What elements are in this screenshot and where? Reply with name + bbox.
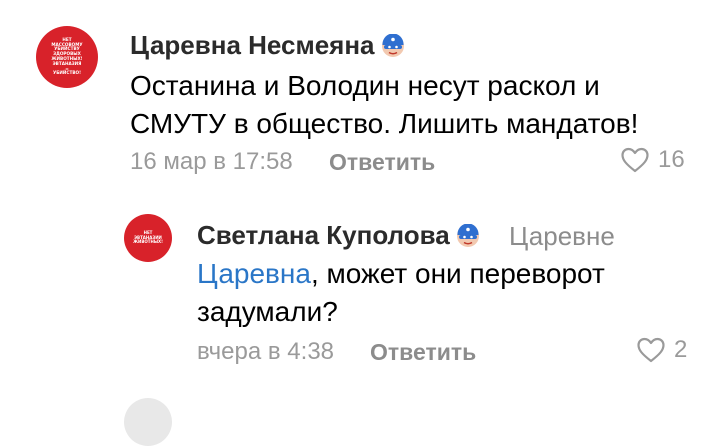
- comment-text-line: Царевна, может они переворот: [197, 254, 605, 294]
- reply-button[interactable]: Ответить: [370, 339, 476, 366]
- like-count: 2: [674, 336, 688, 363]
- author-name[interactable]: Светлана Куполова: [197, 220, 450, 251]
- comment-author[interactable]: Царевна Несмеяна: [130, 30, 405, 61]
- comment-text: , может они переворот: [310, 258, 605, 289]
- mention-link[interactable]: Царевна: [197, 258, 311, 289]
- like-button[interactable]: 2: [636, 336, 687, 364]
- reply-button[interactable]: Ответить: [329, 149, 435, 176]
- avatar-text: животных!: [133, 239, 163, 245]
- like-count: 16: [658, 146, 685, 173]
- avatar[interactable]: Нет массовому убийству здоровых животных…: [36, 26, 98, 88]
- masked-face-icon: [456, 223, 479, 247]
- comment-text-line: СМУТУ в общество. Лишить мандатов!: [130, 108, 639, 139]
- comment-text-line: задумали?: [197, 296, 338, 327]
- comment-text-line: Останина и Володин несут раскол и: [130, 70, 600, 101]
- author-name[interactable]: Царевна Несмеяна: [130, 30, 375, 61]
- comment-timestamp[interactable]: 16 мар в 17:58: [130, 148, 293, 176]
- like-button[interactable]: 16: [620, 146, 685, 174]
- comment-author[interactable]: Светлана Куполова: [197, 220, 480, 251]
- avatar[interactable]: Нет эвтаназии животных!: [124, 214, 172, 262]
- avatar-text: убийство!: [52, 70, 82, 76]
- masked-face-icon: [381, 33, 404, 57]
- heart-icon: [621, 147, 649, 173]
- comment-timestamp[interactable]: вчера в 4:38: [197, 338, 334, 366]
- heart-icon: [637, 337, 665, 363]
- reply-to-label[interactable]: Царевне: [509, 221, 615, 252]
- avatar[interactable]: [124, 398, 172, 446]
